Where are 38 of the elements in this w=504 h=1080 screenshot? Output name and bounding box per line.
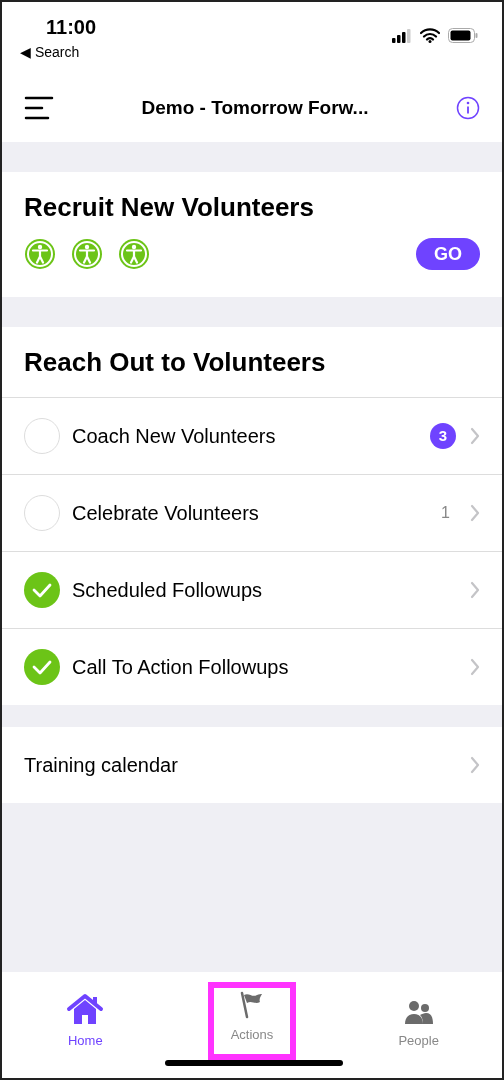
battery-icon xyxy=(448,28,478,43)
task-label: Celebrate Volunteers xyxy=(72,501,260,526)
task-row[interactable]: Scheduled Followups xyxy=(2,551,502,628)
screen-title: Demo - Tomorrow Forw... xyxy=(140,95,370,120)
tab[interactable]: Actions xyxy=(208,982,296,1060)
chevron-right-icon xyxy=(470,504,480,522)
task-label: Call To Action Followups xyxy=(72,655,290,680)
task-label: Coach New Volunteers xyxy=(72,424,277,449)
task-label: Scheduled Followups xyxy=(72,578,264,603)
accessibility-icon xyxy=(118,238,150,270)
back-link[interactable]: ◀ Search xyxy=(20,42,97,63)
card-title: Recruit New Volunteers xyxy=(24,191,315,224)
chevron-right-icon xyxy=(470,581,480,599)
checkmark-icon[interactable] xyxy=(24,649,60,685)
checkmark-icon[interactable] xyxy=(24,572,60,608)
accessibility-icon xyxy=(24,238,56,270)
count-label: 1 xyxy=(441,503,450,523)
count-badge: 3 xyxy=(430,423,456,449)
card-title: Reach Out to Volunteers xyxy=(24,345,326,379)
chevron-right-icon xyxy=(470,756,480,774)
task-row[interactable]: Celebrate Volunteers 1 xyxy=(2,474,502,551)
chevron-right-icon xyxy=(470,658,480,676)
home-icon xyxy=(66,992,105,1025)
status-time: 11:00 xyxy=(46,15,97,40)
task-row[interactable]: Call To Action Followups xyxy=(2,628,502,705)
tab[interactable]: Home xyxy=(41,982,130,1060)
menu-icon[interactable] xyxy=(24,96,54,120)
list-row[interactable]: Training calendar xyxy=(2,727,502,803)
row-label: Training calendar xyxy=(24,753,179,778)
wifi-icon xyxy=(420,28,440,43)
tab[interactable]: People xyxy=(374,982,463,1060)
accessibility-icon xyxy=(71,238,103,270)
people-icon xyxy=(403,998,434,1025)
go-button[interactable]: GO xyxy=(416,238,480,270)
info-icon[interactable] xyxy=(456,96,480,120)
task-row[interactable]: Coach New Volunteers 3 xyxy=(2,397,502,474)
chevron-right-icon xyxy=(470,427,480,445)
signal-icon xyxy=(392,28,412,43)
